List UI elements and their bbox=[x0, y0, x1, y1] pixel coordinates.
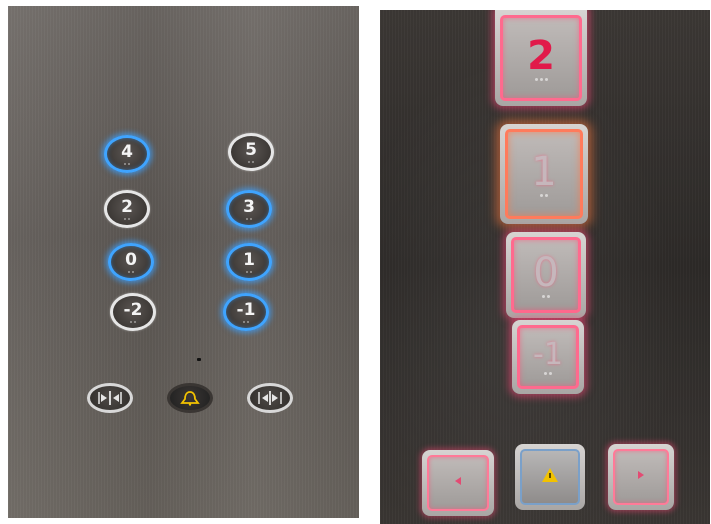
braille-dots bbox=[544, 371, 552, 375]
floor-button-4[interactable]: 4 bbox=[104, 135, 150, 173]
elevator-panel-round-buttons: 4 5 2 3 0 1 -2 -1 bbox=[8, 6, 359, 518]
alarm-bell-icon bbox=[179, 390, 201, 406]
floor-button-1[interactable]: 1 bbox=[500, 124, 588, 224]
braille-dots bbox=[124, 217, 130, 220]
floor-button-minus-2[interactable]: -2 bbox=[110, 293, 156, 331]
floor-button-0[interactable]: 0 bbox=[108, 243, 154, 281]
floor-button-minus-1[interactable]: -1 bbox=[223, 293, 269, 331]
floor-label: 5 bbox=[245, 139, 257, 160]
braille-dots bbox=[243, 320, 249, 323]
floor-button-2[interactable]: 2 bbox=[495, 10, 587, 106]
floor-label: -1 bbox=[236, 299, 256, 320]
door-open-icon bbox=[96, 390, 124, 406]
button-face bbox=[427, 455, 489, 511]
braille-dots bbox=[128, 270, 134, 273]
floor-label: 4 bbox=[121, 141, 133, 162]
braille-dots bbox=[130, 320, 136, 323]
braille-dots bbox=[124, 162, 130, 165]
door-open-icon bbox=[453, 473, 463, 493]
floor-label: 0 bbox=[125, 249, 137, 270]
floor-label: 2 bbox=[121, 196, 133, 217]
floor-label: 1 bbox=[531, 148, 557, 195]
floor-button-1[interactable]: 1 bbox=[226, 243, 272, 281]
braille-dots bbox=[542, 294, 550, 298]
floor-button-2[interactable]: 2 bbox=[104, 190, 150, 228]
floor-button-5[interactable]: 5 bbox=[228, 133, 274, 171]
floor-label: 3 bbox=[243, 196, 255, 217]
floor-button-0[interactable]: 0 bbox=[506, 232, 586, 318]
door-close-icon bbox=[256, 390, 284, 406]
button-face bbox=[520, 449, 580, 505]
braille-dots bbox=[248, 160, 254, 163]
elevator-panel-square-buttons: 2 1 0 -1 bbox=[380, 10, 710, 524]
braille-dots bbox=[534, 77, 548, 81]
door-close-icon bbox=[636, 467, 646, 487]
button-face: 1 bbox=[505, 129, 583, 219]
braille-dots bbox=[540, 193, 548, 197]
button-face: -1 bbox=[517, 325, 579, 389]
floor-label: 0 bbox=[533, 249, 559, 296]
door-close-button[interactable] bbox=[247, 383, 293, 413]
button-face: 2 bbox=[500, 15, 582, 101]
alarm-button[interactable] bbox=[515, 444, 585, 510]
button-face bbox=[613, 449, 669, 505]
braille-dots bbox=[246, 270, 252, 273]
floor-label: 1 bbox=[243, 249, 255, 270]
indicator-led bbox=[197, 358, 201, 361]
door-close-button[interactable] bbox=[608, 444, 674, 510]
braille-dots bbox=[246, 217, 252, 220]
alarm-button[interactable] bbox=[167, 383, 213, 413]
floor-label: -2 bbox=[123, 299, 143, 320]
button-face: 0 bbox=[511, 237, 581, 313]
floor-button-minus-1[interactable]: -1 bbox=[512, 320, 584, 394]
door-open-button[interactable] bbox=[422, 450, 494, 516]
door-open-button[interactable] bbox=[87, 383, 133, 413]
floor-label: -1 bbox=[533, 336, 563, 372]
floor-label: 2 bbox=[527, 32, 555, 79]
floor-button-3[interactable]: 3 bbox=[226, 190, 272, 228]
alarm-bell-icon bbox=[540, 466, 560, 488]
